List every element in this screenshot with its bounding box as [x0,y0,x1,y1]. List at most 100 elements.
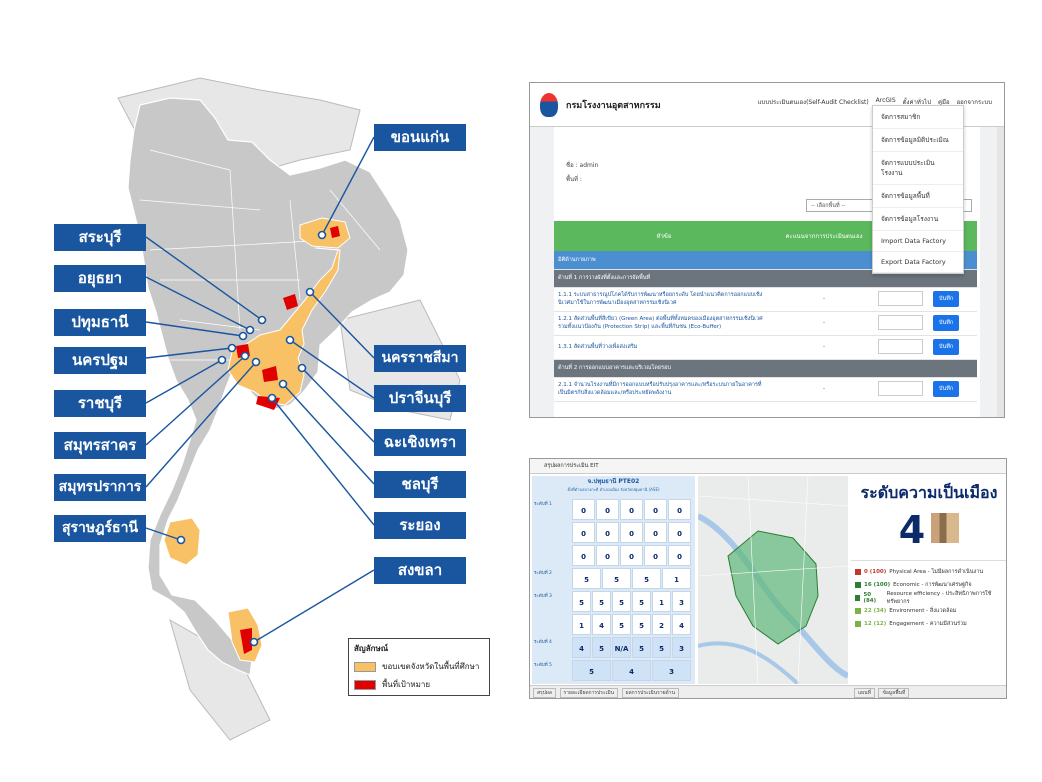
grid-cell[interactable]: 0 [572,499,595,520]
label-chachoengsao: ฉะเชิงเทรา [374,429,466,456]
user-label: ชื่อ : admin [566,162,599,169]
row-text[interactable]: 1.1.1 ระบบสาธารณูปโภคได้รับการพัฒนาหรือย… [554,287,774,312]
grid-cell[interactable]: 4 [672,614,691,635]
legend-item: ขอบเขตจังหวัดในพื้นที่ศึกษา [354,660,484,673]
row-score: - [774,377,874,402]
grid-cell[interactable]: 0 [644,545,667,566]
grid-cell[interactable]: 0 [620,499,643,520]
menu-item[interactable]: Import Data Factory [873,231,963,252]
grid-cell[interactable]: 4 [572,637,591,658]
grid-cell[interactable]: 3 [652,660,691,681]
scrollbar[interactable] [997,127,1004,417]
menu-item[interactable]: จัดการข้อมูลมิติประเมิณ [873,129,963,152]
grid-subtitle: ตั้งที่ตำบลบางกะดี อำเภอเมือง จังหวัดปทุ… [567,487,660,492]
site-map-svg [698,476,848,684]
row-text[interactable]: 1.3.1 สัดส่วนพื้นที่ว่างเพื่อส่งเสริม [554,335,774,360]
grid-cell[interactable]: 5 [632,637,651,658]
grid-cell[interactable]: 1 [662,568,691,589]
tab-summary[interactable]: สรุปผล [533,688,556,698]
grid-cell[interactable]: 1 [572,614,591,635]
grid-cells: ระดับที่ 1 0 0 0 0 0 0 0 0 0 0 0 0 0 0 0… [532,498,695,682]
app-title: สรุปผลการประเมิน EIT [544,463,599,469]
grid-cell[interactable]: 5 [592,637,611,658]
grid-cell[interactable]: 5 [612,614,631,635]
grid-cell[interactable]: 5 [602,568,631,589]
grid-cell[interactable]: 0 [620,545,643,566]
table-row: 1.3.1 สัดส่วนพื้นที่ว่างเพื่อส่งเสริม - … [554,335,977,360]
grid-cell[interactable]: 5 [612,591,631,612]
grid-cell[interactable]: 2 [652,614,671,635]
grid-cell[interactable]: 0 [668,499,691,520]
legend-item: พื้นที่เป้าหมาย [354,678,484,691]
grid-cell[interactable]: 3 [672,637,691,658]
level-number: 4 [898,508,926,552]
menu-item[interactable]: Export Data Factory [873,252,963,273]
legend-title: สัญลักษณ์ [354,644,389,653]
grid-cell[interactable]: 5 [572,591,591,612]
app-header: สรุปผลการประเมิน EIT [530,459,1006,474]
save-button[interactable]: บันทึก [933,381,960,397]
settings-dropdown: จัดการสมาชิก จัดการข้อมูลมิติประเมิณ จัด… [872,105,964,274]
row-text[interactable]: 1.2.1 สัดส่วนพื้นที่สีเขียว (Green Area)… [554,311,774,336]
tab-map[interactable]: แผนที่ [854,688,875,698]
grid-cell[interactable]: 4 [592,614,611,635]
grid-cell[interactable]: 0 [596,522,619,543]
nav-self-audit[interactable]: แบบประเมินตนเอง(Self-Audit Checklist) [758,97,869,107]
grid-cell[interactable]: 0 [620,522,643,543]
menu-item[interactable]: จัดการแบบประเมินโรงงาน [873,152,963,185]
self-audit-screen: กรมโรงงานอุตสาหกรรม แบบประเมินตนเอง(Self… [529,82,1005,418]
grid-cell[interactable]: 3 [672,591,691,612]
grid-cell[interactable]: 5 [632,568,661,589]
save-button[interactable]: บันทึก [933,339,960,355]
tab-detail[interactable]: รายละเอียดการประเมิน [559,688,619,698]
grid-cell[interactable]: 0 [668,545,691,566]
save-button[interactable]: บันทึก [933,291,960,307]
grid-cell[interactable]: N/A [612,637,631,658]
grid-cell[interactable]: 0 [668,522,691,543]
divider [851,560,1006,561]
grid-cell[interactable]: 5 [572,660,611,681]
score-item: 0 (100) Physical Area - ไม่มีผลการดำเนินง… [851,565,1006,578]
label-pathumthani: ปทุมธานี [54,309,146,336]
app-header: กรมโรงงานอุตสาหกรรม แบบประเมินตนเอง(Self… [530,83,1004,274]
score-input[interactable] [878,380,923,396]
label-rayong: ระยอง [374,512,466,539]
flag-icon [855,620,861,627]
site-map[interactable] [698,476,848,684]
label-saraburi: สระบุรี [54,224,146,251]
row-score: - [774,311,874,336]
menu-item[interactable]: จัดการข้อมูลพื้นที่ [873,185,963,208]
grid-cell[interactable]: 1 [652,591,671,612]
grid-cell[interactable]: 5 [632,591,651,612]
dept-logo-icon [540,92,558,117]
label-songkhla: สงขลา [374,557,466,584]
label-samutsakhon: สมุทรสาคร [54,432,146,459]
grid-cell[interactable]: 0 [644,522,667,543]
grid-cell[interactable]: 5 [652,637,671,658]
menu-item[interactable]: จัดการข้อมูลโรงงาน [873,208,963,231]
tab-area-info[interactable]: ข้อมูลพื้นที่ [878,688,910,698]
grid-cell[interactable]: 0 [596,545,619,566]
flag-icon [855,581,861,588]
row-text[interactable]: 2.1.1 จำนวนโรงงานที่มีการออกแบบหรือปรับป… [554,377,774,402]
grid-cell[interactable]: 5 [632,614,651,635]
grid-cell[interactable]: 5 [572,568,601,589]
save-button[interactable]: บันทึก [933,315,960,331]
grid-cell[interactable]: 4 [612,660,651,681]
grid-cell[interactable]: 5 [592,591,611,612]
grid-cell[interactable]: 0 [572,545,595,566]
score-item: 12 (12) Engagement - ความมีส่วนร่วม [851,617,1006,630]
grid-row-label: ระดับที่ 5 [534,663,552,668]
group-row: ด้านที่ 2 การออกแบบอาคารและบริเวณโดยรอบ [554,359,977,378]
grid-row-label: ระดับที่ 2 [534,571,552,576]
tab-dimension[interactable]: ผลการประเมินรายด้าน [621,688,680,698]
score-input[interactable] [878,314,923,330]
score-input[interactable] [878,338,923,354]
grid-cell[interactable]: 0 [644,499,667,520]
grid-cell[interactable]: 0 [572,522,595,543]
grid-cell[interactable]: 0 [596,499,619,520]
score-input[interactable] [878,290,923,306]
menu-item[interactable]: จัดการสมาชิก [873,106,963,129]
level-heading: ระดับความเป็นเมือง [860,483,998,502]
legend-label: ขอบเขตจังหวัดในพื้นที่ศึกษา [382,662,480,671]
